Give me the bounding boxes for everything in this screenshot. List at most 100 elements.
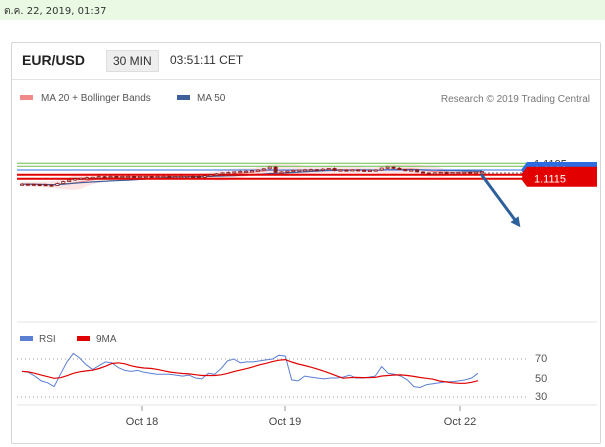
candle-body [367,169,372,172]
candle-body [167,175,172,178]
candle-body [202,175,207,178]
candle-body [55,183,60,186]
candle-body [379,167,384,171]
candle-body [397,167,402,171]
rsi-tick-70: 70 [535,353,547,365]
rsi-tick-50: 50 [535,373,547,385]
x-tick-oct22: Oct 22 [444,416,476,428]
candle-body [185,175,190,178]
candle-body [238,171,243,174]
candle-body [362,169,367,172]
candle-body [444,172,449,175]
candle-body [179,175,184,178]
candle-body [90,176,95,179]
price-chart: MA 20 + Bollinger Bands MA 50 Research ©… [17,93,597,428]
forecast-arrow-icon [479,173,521,228]
candle-body [403,169,408,172]
candle-body [67,179,72,182]
candle-body [273,166,278,173]
candle-body [132,175,137,178]
candle-body [25,183,30,186]
candle-body [120,175,125,178]
candle-body [474,171,479,174]
candle-body [385,166,390,169]
candle-body [468,171,473,174]
candle-body [426,172,431,175]
candle-body [161,175,166,178]
candle-body [137,175,142,178]
candle-body [332,168,337,171]
candle-body [196,176,201,179]
candle-body [285,170,290,173]
candle-body [73,178,78,181]
candle-body [19,183,24,186]
candle-body [409,169,414,172]
rsi-legend-label: RSI [39,334,56,345]
candle-body [155,175,160,178]
rsi-layer [17,352,527,398]
candle-body [43,184,48,187]
x-tick-oct18: Oct 18 [126,416,158,428]
candle-body [208,174,213,177]
candle-body [308,169,313,172]
rsi-legend-swatch [20,336,33,341]
price-legend: MA 20 + Bollinger Bands MA 50 Research ©… [20,93,590,105]
candle-body [356,169,361,172]
candle-body [261,168,266,171]
candle-body [102,176,107,179]
candle-body [108,175,113,178]
candle-body [267,166,272,170]
rsi-tick-30: 30 [535,391,547,403]
candle-body [96,176,101,179]
candle-body [432,172,437,175]
candle-body [173,176,178,179]
x-tick-oct19: Oct 19 [269,416,301,428]
candle-body [456,172,461,175]
rsi-ma-legend-label: 9MA [96,334,117,345]
candle-body [415,169,420,173]
candle-body [344,169,349,172]
rsi-legend: RSI 9MA [20,334,117,345]
candle-body [338,169,343,172]
rsi-ma-line [21,358,479,384]
rsi-axis: 70 50 30 [535,353,547,403]
rsi-ma-legend-swatch [77,336,90,341]
candle-body [326,168,331,171]
candle-body [226,172,231,175]
candle-body [279,171,284,174]
candle-body [391,166,396,169]
level-label: 1.1115 [534,174,566,186]
candle-body [49,184,54,187]
candle-body [31,183,36,186]
candle-body [462,171,467,174]
candle-body [479,171,484,174]
ma20-legend-label: MA 20 + Bollinger Bands [41,93,151,104]
candle-body [214,173,219,176]
candle-body [37,183,42,186]
candle-body [320,168,325,171]
candle-body [420,171,425,174]
candle-body [249,170,254,173]
candle-body [450,172,455,175]
candle-body [314,169,319,172]
ma20-legend-swatch [20,95,33,100]
candle-body [143,175,148,178]
candle-body [297,169,302,172]
candle-body [350,169,355,172]
candle-body [255,169,260,172]
candle-body [126,175,131,178]
candle-body [232,171,237,174]
time-axis: Oct 18 Oct 19 Oct 22 [126,406,476,428]
candle-body [244,170,249,173]
candle-body [220,172,225,175]
candle-body [114,175,119,178]
candle-body [149,175,154,178]
candle-body [438,172,443,175]
candle-body [303,169,308,172]
candle-body [84,177,89,180]
ma50-legend-label: MA 50 [197,93,226,104]
source-credit: Research © 2019 Trading Central [441,94,590,105]
candle-body [373,169,378,172]
ma50-legend-swatch [177,95,190,100]
candle-body [190,175,195,178]
